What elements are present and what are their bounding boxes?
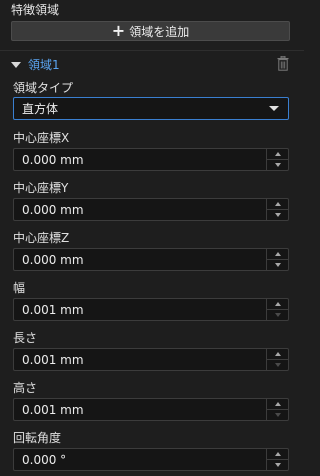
collapse-caret-icon[interactable]	[11, 61, 21, 68]
width-value: 0.001 mm	[22, 302, 84, 317]
plus-icon: +	[111, 21, 126, 40]
region-name: 領域1	[28, 57, 60, 72]
trash-icon[interactable]	[277, 56, 289, 71]
increment-button[interactable]	[267, 449, 288, 460]
decrement-button[interactable]	[267, 260, 288, 270]
rotation-input[interactable]: 0.000 °	[13, 448, 289, 471]
center-x-input[interactable]: 0.000 mm	[13, 148, 289, 171]
decrement-button[interactable]	[267, 310, 288, 320]
center-z-label: 中心座標Z	[13, 231, 70, 245]
decrement-button[interactable]	[267, 160, 288, 170]
increment-button[interactable]	[267, 349, 288, 360]
up-arrow-icon	[274, 452, 281, 456]
center-y-value: 0.000 mm	[22, 202, 84, 217]
increment-button[interactable]	[267, 249, 288, 260]
region-type-label: 領域タイプ	[13, 81, 74, 95]
down-arrow-icon	[274, 463, 281, 467]
down-arrow-icon	[274, 313, 281, 317]
decrement-button[interactable]	[267, 410, 288, 420]
width-input[interactable]: 0.001 mm	[13, 298, 289, 321]
increment-button[interactable]	[267, 199, 288, 210]
down-arrow-icon	[274, 163, 281, 167]
increment-button[interactable]	[267, 299, 288, 310]
down-arrow-icon	[274, 263, 281, 267]
height-input[interactable]: 0.001 mm	[13, 398, 289, 421]
decrement-button[interactable]	[267, 460, 288, 470]
up-arrow-icon	[274, 202, 281, 206]
center-z-value: 0.000 mm	[22, 252, 84, 267]
length-input[interactable]: 0.001 mm	[13, 348, 289, 371]
down-arrow-icon	[274, 213, 281, 217]
add-region-label: 領域を追加	[129, 24, 190, 39]
up-arrow-icon	[274, 252, 281, 256]
up-arrow-icon	[274, 402, 281, 406]
increment-button[interactable]	[267, 149, 288, 160]
height-value: 0.001 mm	[22, 402, 84, 417]
region-type-value: 直方体	[22, 102, 59, 116]
up-arrow-icon	[274, 152, 281, 156]
height-label: 高さ	[13, 381, 38, 395]
add-region-button[interactable]: + 領域を追加	[11, 21, 290, 41]
down-arrow-icon	[274, 413, 281, 417]
region-type-select[interactable]: 直方体	[13, 97, 289, 120]
rotation-value: 0.000 °	[22, 452, 67, 467]
length-label: 長さ	[13, 331, 38, 345]
region-header[interactable]: 領域1	[11, 54, 293, 74]
center-z-input[interactable]: 0.000 mm	[13, 248, 289, 271]
width-label: 幅	[13, 281, 26, 295]
section-title: 特徴領域	[11, 3, 60, 17]
down-arrow-icon	[274, 363, 281, 367]
dropdown-arrow-icon	[269, 106, 279, 111]
decrement-button[interactable]	[267, 210, 288, 220]
center-x-label: 中心座標X	[13, 131, 70, 145]
center-x-value: 0.000 mm	[22, 152, 84, 167]
increment-button[interactable]	[267, 399, 288, 410]
center-y-label: 中心座標Y	[13, 181, 69, 195]
rotation-label: 回転角度	[13, 431, 62, 445]
divider	[0, 50, 304, 51]
decrement-button[interactable]	[267, 360, 288, 370]
up-arrow-icon	[274, 352, 281, 356]
up-arrow-icon	[274, 302, 281, 306]
length-value: 0.001 mm	[22, 352, 84, 367]
center-y-input[interactable]: 0.000 mm	[13, 198, 289, 221]
